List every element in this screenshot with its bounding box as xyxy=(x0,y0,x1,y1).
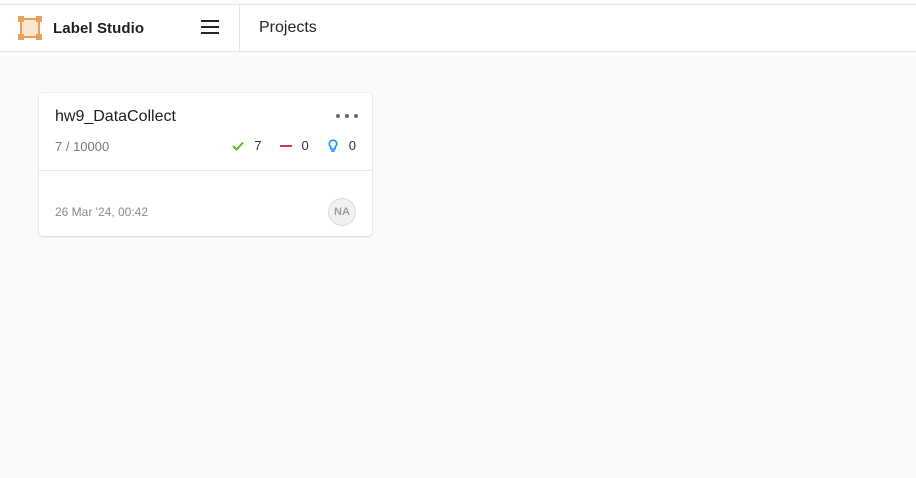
check-icon xyxy=(231,139,245,153)
page-title: Projects xyxy=(259,19,317,36)
label-studio-logo-icon xyxy=(18,16,42,40)
project-card[interactable]: hw9_DataCollect 7 / 10000 7 0 0 26 Mar '… xyxy=(39,93,372,236)
stat-completed-count: 7 xyxy=(254,138,262,153)
more-dots-icon xyxy=(336,114,358,118)
minus-icon xyxy=(279,139,293,153)
stat-completed: 7 xyxy=(231,138,262,153)
header-divider xyxy=(239,5,240,51)
project-title: hw9_DataCollect xyxy=(55,108,176,125)
stat-skipped: 0 xyxy=(279,138,309,153)
stat-skipped-count: 0 xyxy=(301,138,309,153)
stat-predictions: 0 xyxy=(326,138,356,153)
app-header: Label Studio Projects xyxy=(0,4,916,52)
hamburger-menu-icon xyxy=(200,19,220,40)
avatar[interactable]: NA xyxy=(328,198,356,226)
project-menu-button[interactable] xyxy=(336,107,358,125)
project-stats: 7 0 0 xyxy=(231,138,356,153)
app-name: Label Studio xyxy=(53,19,145,37)
project-progress: 7 / 10000 xyxy=(55,139,110,154)
card-divider xyxy=(39,170,372,171)
hamburger-menu-button[interactable] xyxy=(196,17,224,41)
project-created-date: 26 Mar '24, 00:42 xyxy=(55,205,149,219)
lightbulb-icon xyxy=(326,138,340,153)
stat-predictions-count: 0 xyxy=(348,138,356,153)
brand[interactable]: Label Studio xyxy=(18,16,144,40)
